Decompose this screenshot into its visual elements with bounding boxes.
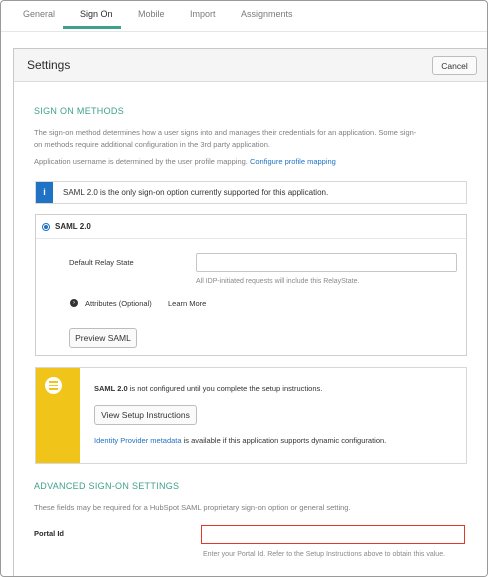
configure-profile-mapping-link[interactable]: Configure profile mapping	[250, 157, 336, 166]
portal-id-label: Portal Id	[34, 529, 65, 538]
tab-general[interactable]: General	[23, 9, 55, 19]
notice-accent-bar	[36, 368, 80, 463]
learn-more-link[interactable]: Learn More	[168, 299, 206, 308]
tab-bar: General Sign On Mobile Import Assignment…	[1, 1, 487, 32]
relay-state-input[interactable]	[196, 253, 457, 272]
settings-header: Settings Cancel	[14, 49, 487, 82]
info-banner-text: SAML 2.0 is the only sign-on option curr…	[63, 188, 329, 197]
list-icon	[45, 377, 62, 394]
metadata-note-rest: is available if this application support…	[181, 436, 387, 445]
idp-metadata-link[interactable]: Identity Provider metadata	[94, 436, 182, 445]
saml-option-box: SAML 2.0 Default Relay State All IDP-ini…	[35, 214, 467, 356]
active-tab-indicator	[63, 26, 121, 29]
cancel-button[interactable]: Cancel	[432, 56, 477, 75]
setup-notice: SAML 2.0 is not configured until you com…	[35, 367, 467, 464]
tab-sign-on[interactable]: Sign On	[80, 9, 113, 19]
tab-import[interactable]: Import	[190, 9, 216, 19]
saml-radio-label[interactable]: SAML 2.0	[55, 222, 91, 231]
advanced-settings-heading: ADVANCED SIGN-ON SETTINGS	[34, 481, 180, 491]
settings-panel: Settings Cancel SIGN ON METHODS The sign…	[13, 48, 487, 576]
advanced-settings-description: These fields may be required for a HubSp…	[34, 503, 351, 512]
tab-mobile[interactable]: Mobile	[138, 9, 165, 19]
relay-state-label: Default Relay State	[69, 258, 134, 267]
view-setup-instructions-button[interactable]: View Setup Instructions	[94, 405, 197, 425]
attributes-label[interactable]: Attributes (Optional)	[85, 299, 152, 308]
description-line-1: The sign-on method determines how a user…	[34, 128, 417, 137]
metadata-note: Identity Provider metadata is available …	[94, 436, 386, 445]
notice-message-bold: SAML 2.0	[94, 384, 128, 393]
preview-saml-button[interactable]: Preview SAML	[69, 328, 137, 348]
notice-message-rest: is not configured until you complete the…	[127, 384, 323, 393]
saml-radio[interactable]	[42, 223, 50, 231]
sign-on-methods-description: The sign-on method determines how a user…	[34, 127, 474, 151]
info-banner: i SAML 2.0 is the only sign-on option cu…	[35, 181, 467, 204]
description-line-2: on methods require additional configurat…	[34, 140, 270, 149]
app-window: General Sign On Mobile Import Assignment…	[0, 0, 488, 577]
portal-id-hint: Enter your Portal Id. Refer to the Setup…	[203, 551, 446, 558]
notice-message: SAML 2.0 is not configured until you com…	[94, 384, 322, 393]
tab-assignments[interactable]: Assignments	[241, 9, 293, 19]
info-icon: i	[36, 182, 53, 203]
chevron-right-icon[interactable]: ›	[70, 299, 78, 307]
saml-option-header[interactable]: SAML 2.0	[36, 215, 466, 239]
portal-id-input[interactable]	[201, 525, 465, 544]
username-note: Application username is determined by th…	[34, 156, 336, 168]
username-note-text: Application username is determined by th…	[34, 157, 248, 166]
sign-on-methods-heading: SIGN ON METHODS	[34, 106, 125, 116]
settings-title: Settings	[27, 58, 71, 72]
relay-state-hint: All IDP-initiated requests will include …	[196, 278, 360, 285]
